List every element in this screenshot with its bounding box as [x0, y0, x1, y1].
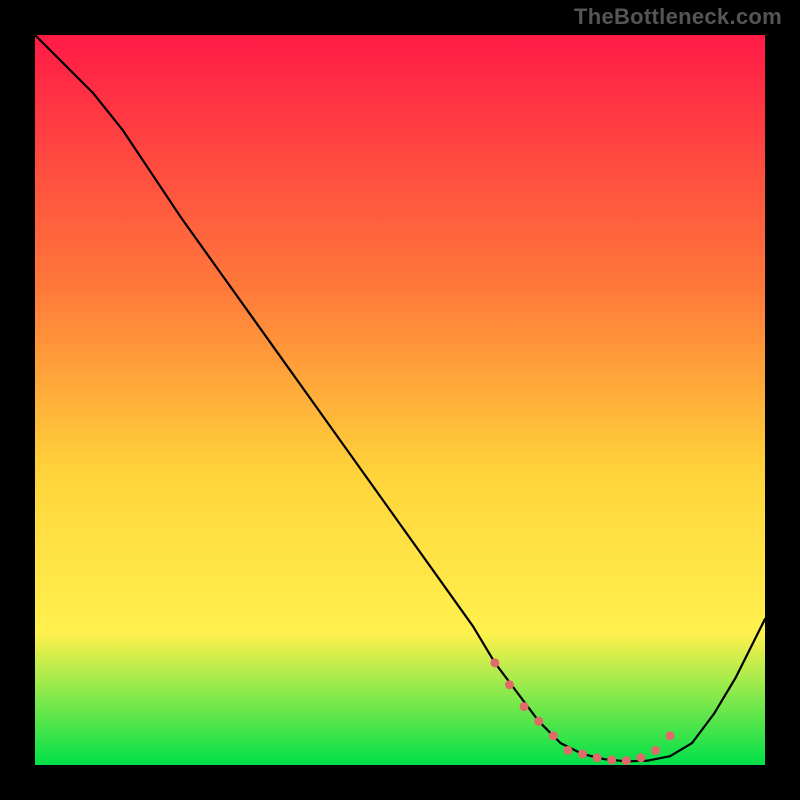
chart-frame: TheBottleneck.com: [0, 0, 800, 800]
marker-dot: [622, 756, 631, 765]
marker-dot: [651, 746, 660, 755]
marker-dot: [593, 753, 602, 762]
marker-dot: [563, 746, 572, 755]
watermark-text: TheBottleneck.com: [574, 4, 782, 30]
marker-dot: [505, 680, 514, 689]
chart-svg: [35, 35, 765, 765]
marker-dot: [520, 702, 529, 711]
marker-dot: [578, 750, 587, 759]
plot-area: [35, 35, 765, 765]
gradient-background: [35, 35, 765, 765]
marker-dot: [490, 658, 499, 667]
marker-dot: [549, 731, 558, 740]
marker-dot: [534, 717, 543, 726]
marker-dot: [666, 731, 675, 740]
marker-dot: [636, 753, 645, 762]
marker-dot: [607, 755, 616, 764]
